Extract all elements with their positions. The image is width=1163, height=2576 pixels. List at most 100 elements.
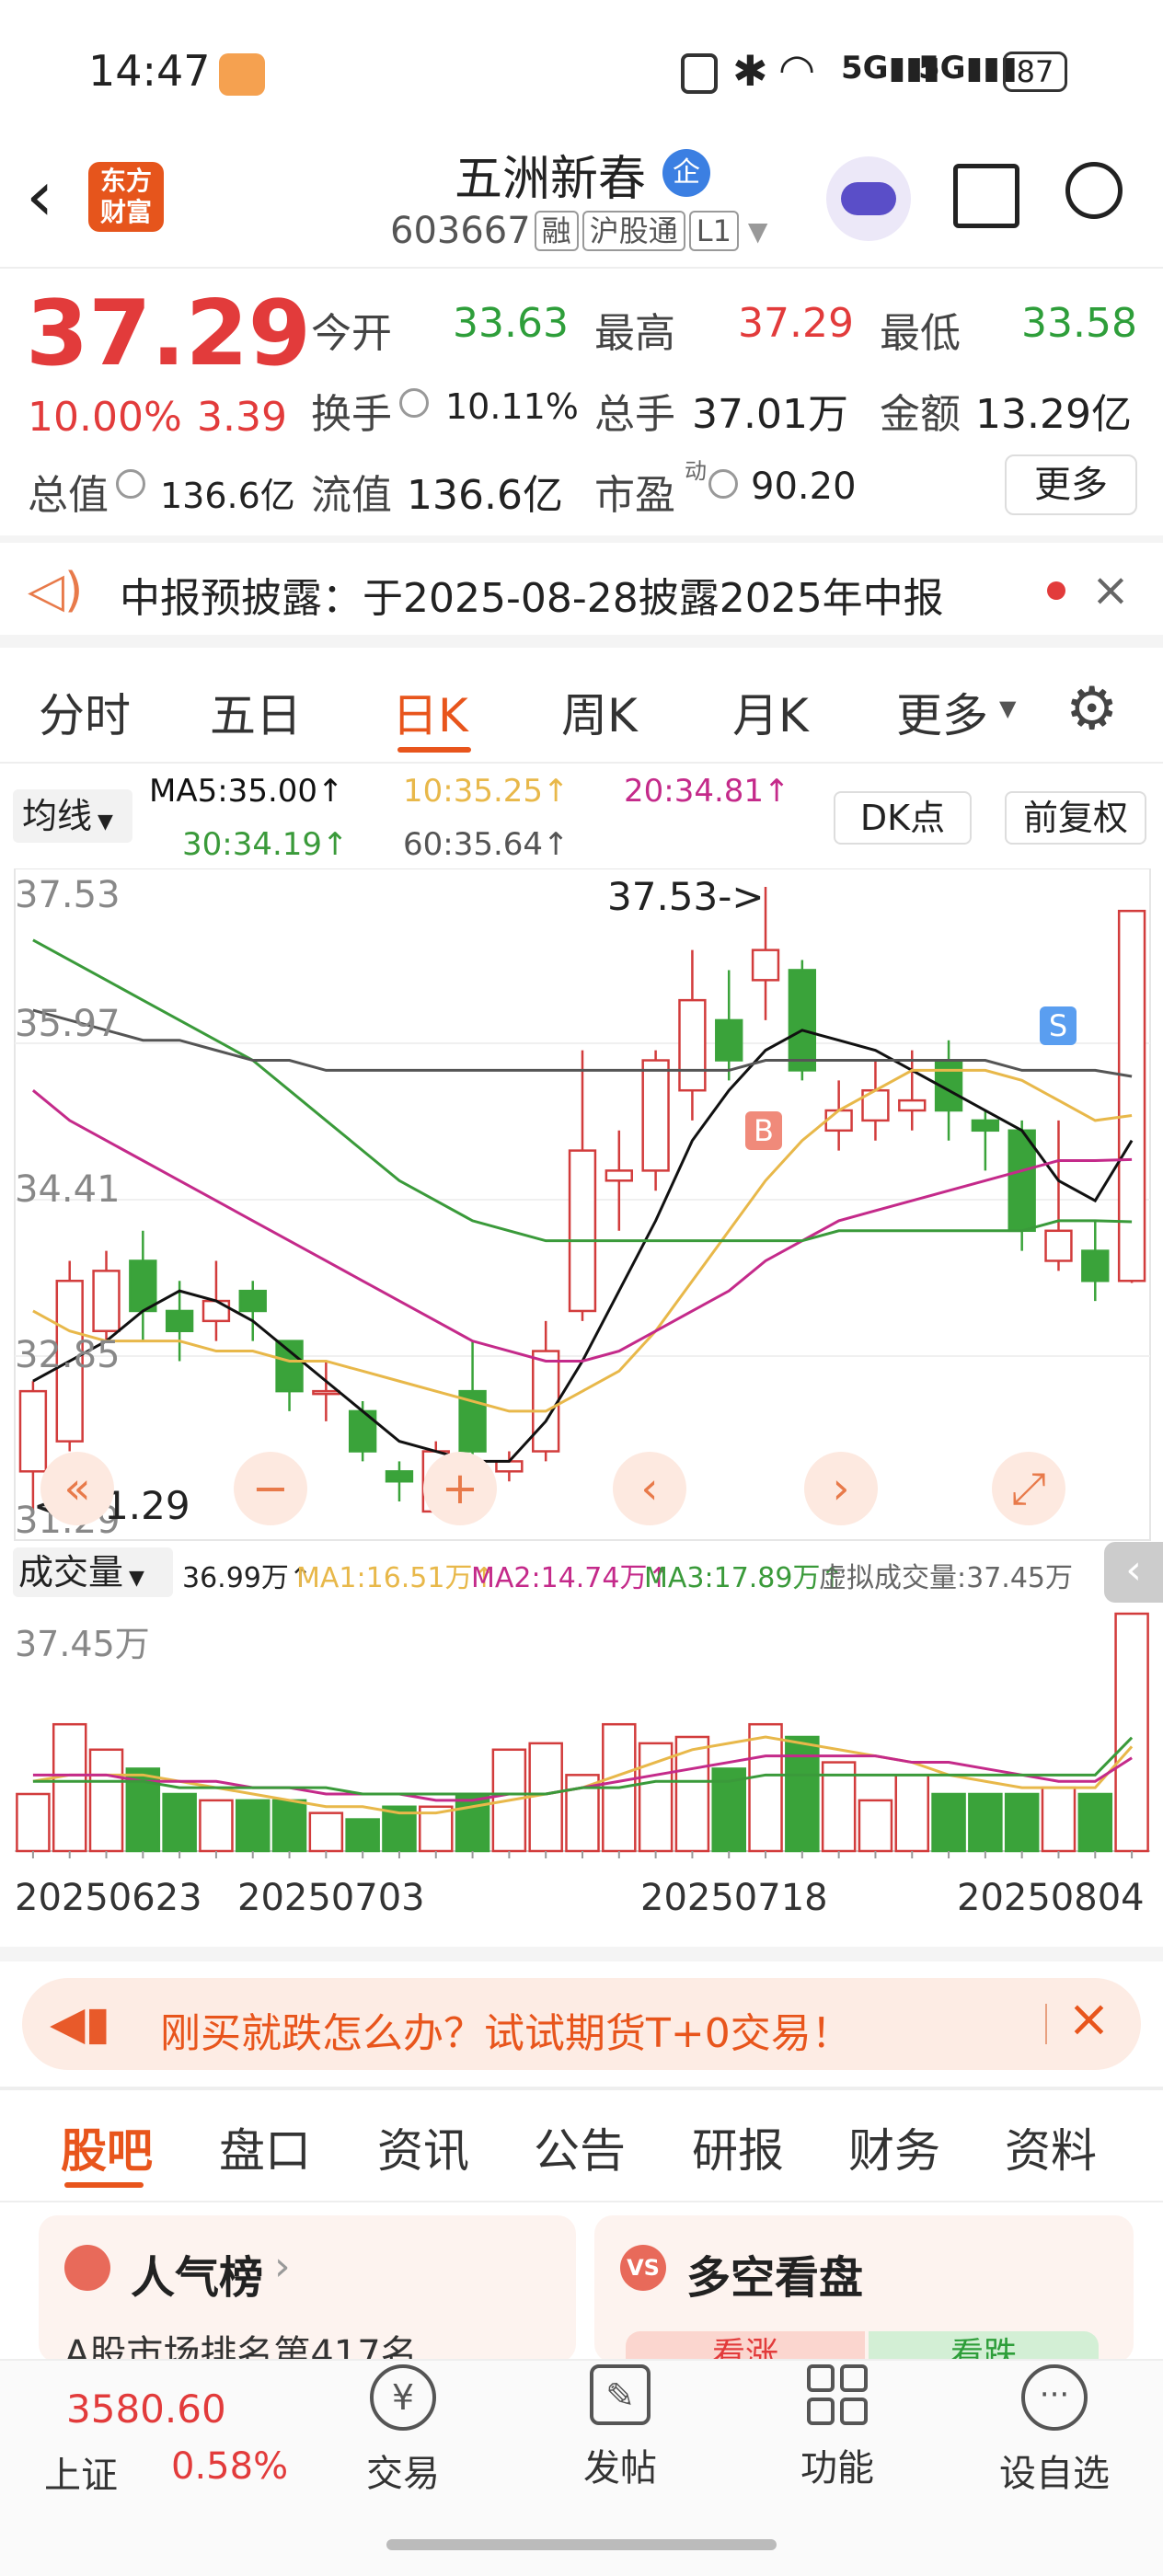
volume-bar [1077,1792,1113,1853]
adjust-button[interactable]: 前复权 [1005,791,1146,845]
status-time: 14:47 [88,46,211,96]
zoom-in-icon[interactable]: + [423,1452,497,1525]
candle-body [824,1109,853,1133]
volume-bar [345,1818,380,1853]
info-icon[interactable] [399,388,429,418]
candle-body [238,1289,267,1313]
bull-bear-card[interactable]: VS 多空看盘 看涨 看跌 [594,2215,1134,2363]
tab-research[interactable]: 研报 [692,2114,784,2180]
info-icon[interactable] [708,469,738,499]
ma60-legend: 60:35.64↑ [403,826,570,863]
gear-icon[interactable]: ⚙ [1065,675,1118,743]
index-value[interactable]: 3580.60 [66,2386,226,2432]
tab-more[interactable]: 更多 [896,679,988,745]
ma-dropdown[interactable]: 均线 ▼ [13,789,132,843]
volume-bar [88,1748,124,1853]
open-value: 33.63 [453,300,569,347]
chevron-right-icon[interactable]: › [804,1452,878,1525]
more-button[interactable]: 更多 [1005,454,1137,515]
buy-marker: B [745,1111,782,1150]
vol-ma3-legend: MA3:17.89万↑ [644,1562,844,1594]
virtual-volume: 虚拟成交量:37.45万 [819,1562,1073,1594]
volume-bar [16,1792,51,1853]
vol-ma1-legend: MA1:16.51万↑ [296,1562,496,1594]
close-icon[interactable]: × [1091,563,1130,616]
ad-banner[interactable]: ◀▮ 刚买就跌怎么办？试试期货T+0交易！ × [22,1978,1141,2070]
wifi-icon: ◠ [778,44,816,94]
tab-weekly-k[interactable]: 周K [561,679,638,745]
volume-value: 37.01万 [692,391,848,438]
tab-5day[interactable]: 五日 [210,679,302,745]
badge-margin: 融 [534,211,579,251]
volume-dropdown[interactable]: 成交量 ▼ [13,1547,173,1597]
nav-functions[interactable]: 功能 [764,2364,911,2491]
logo-line1: 东方 [99,166,152,196]
popularity-title: 人气榜 [131,2252,264,2304]
popularity-card[interactable]: 人气榜 › A股市场排名第417名 [39,2215,576,2363]
y-tick-0: 37.53 [15,874,121,916]
change-value: 3.39 [197,394,287,441]
dk-button[interactable]: DK点 [834,791,972,845]
nav-add-watchlist[interactable]: ··· 设自选 [981,2364,1128,2497]
candle-body [532,1350,560,1453]
fullscreen-icon[interactable]: ⤢ [992,1452,1065,1525]
high-label: 最高 [594,310,675,357]
ma20-legend: 20:34.81↑ [624,773,790,810]
chevron-down-icon[interactable]: ▼ [748,216,768,247]
tab-pankou[interactable]: 盘口 [219,2114,311,2180]
notice-text[interactable]: 中报预披露：于2025-08-28披露2025年中报 [120,565,944,624]
back-icon[interactable]: ‹ [26,155,53,236]
current-price: 37.29 [26,282,311,386]
tab-profile[interactable]: 资料 [1005,2114,1097,2180]
pe-label: 市盈 [594,472,675,519]
candle-body [715,1018,743,1062]
chevron-right-icon: › [274,2243,291,2290]
amount-label: 金额 [880,391,961,438]
rewind-icon[interactable]: « [40,1452,114,1525]
tab-announcement[interactable]: 公告 [534,2114,626,2180]
x-tick-2: 20250718 [640,1877,828,1919]
mktcap-value: 136.6亿 [160,476,295,516]
apps-icon [807,2364,868,2425]
megaphone-icon: ◀▮ [50,1996,110,2050]
search-icon[interactable] [1065,162,1123,219]
zoom-out-icon[interactable]: − [234,1452,307,1525]
low-value: 33.58 [1021,300,1137,347]
volume-bar [858,1799,893,1853]
chevron-left-icon[interactable]: ‹ [613,1452,686,1525]
tab-daily-k[interactable]: 日K [392,679,468,745]
tab-minute[interactable]: 分时 [39,679,131,745]
volume-bar [968,1792,1003,1853]
tab-active-underline [64,2182,144,2188]
trade-icon: ¥ [370,2364,436,2431]
index-change: 0.58% [171,2445,289,2488]
pe-value: 90.20 [751,466,857,508]
turnover-label: 换手 [311,391,392,438]
nav-trade[interactable]: ¥ 交易 [329,2364,477,2497]
assistant-avatar[interactable] [826,156,911,241]
popularity-sub: A股市场排名第417名 [64,2333,418,2363]
home-indicator[interactable] [386,2539,777,2550]
share-icon[interactable] [953,164,1019,228]
speaker-icon: ◁) [28,563,84,618]
bear-button[interactable]: 看跌 [869,2331,1099,2363]
bull-button[interactable]: 看涨 [626,2331,865,2363]
candle-body [788,969,817,1072]
kline-chart[interactable] [0,868,1163,1549]
info-icon[interactable] [116,469,145,499]
bluetooth-icon: ✱ [732,46,768,96]
collapse-icon[interactable]: ‹ [1104,1542,1163,1603]
tab-guba[interactable]: 股吧 [61,2114,153,2180]
enterprise-icon: 企 [662,149,710,197]
nav-add-watchlist-label: 设自选 [999,2453,1110,2495]
close-icon[interactable]: × [1067,1989,1111,2049]
candle-body [971,1119,1000,1133]
nav-post[interactable]: ✎ 发帖 [547,2364,694,2491]
nav-trade-label: 交易 [366,2453,440,2495]
tab-monthly-k[interactable]: 月K [732,679,809,745]
candle-body [1008,1129,1036,1233]
tab-finance[interactable]: 财务 [848,2114,940,2180]
volume-bar [894,1774,930,1853]
tab-news[interactable]: 资讯 [377,2114,469,2180]
candle-body [92,1270,121,1333]
